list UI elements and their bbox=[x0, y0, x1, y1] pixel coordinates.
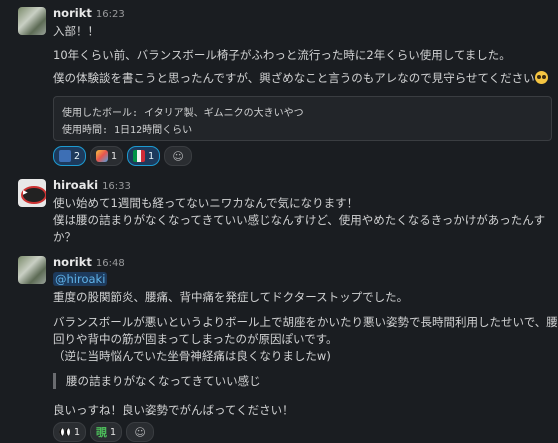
user-mention[interactable]: @hiroaki bbox=[53, 272, 108, 286]
user-name[interactable]: norikt bbox=[53, 6, 92, 20]
mention-line: @hiroaki bbox=[53, 272, 108, 286]
block-quote: 腰の詰まりがなくなってきていい感じ bbox=[53, 373, 261, 389]
add-reaction-button[interactable]: ☺ bbox=[164, 146, 193, 166]
add-reaction-button[interactable]: ☺ bbox=[126, 422, 155, 442]
user-name[interactable]: norikt bbox=[53, 255, 92, 269]
code-line: 使用したボール: イタリア製、ギムニクの大きいやつ bbox=[62, 108, 304, 119]
timestamp[interactable]: 16:33 bbox=[102, 181, 131, 192]
timestamp[interactable]: 16:23 bbox=[96, 9, 125, 20]
add-emoji-icon: ☺ bbox=[134, 425, 146, 439]
reaction-count: 1 bbox=[148, 150, 155, 162]
message-text: 良いっすね！良い姿勢でがんばってください！ bbox=[53, 403, 294, 417]
reaction-count: 1 bbox=[111, 150, 118, 162]
reaction-kanji[interactable]: 覗 1 bbox=[90, 422, 123, 442]
add-emoji-icon: ☺ bbox=[172, 149, 184, 163]
message-text: 重度の股関節炎、腰痛、背中痛を発症してドクターストップでした。 bbox=[53, 290, 409, 304]
message-text: バランスボールが悪いというよりボール上で胡座をかいたり悪い姿勢で長時間利用したせ… bbox=[53, 315, 558, 329]
code-line: 使用時間: 1日12時間くらい bbox=[62, 125, 193, 136]
message-text: 僕は腰の詰まりがなくなってきていい感じなんすけど、使用やめたくなるきっかけがあっ… bbox=[53, 213, 546, 227]
user-name[interactable]: hiroaki bbox=[53, 178, 98, 192]
reaction-count: 2 bbox=[74, 150, 81, 162]
italy-flag-icon bbox=[133, 150, 146, 162]
message-text: 使い始めて1週間も経ってないニワカなんで気になります！ bbox=[53, 196, 359, 210]
timestamp[interactable]: 16:48 bbox=[96, 258, 125, 269]
message-text: （逆に当時悩んでいた坐骨神経痛は良くなりましたw) bbox=[53, 349, 331, 363]
avatar[interactable] bbox=[18, 7, 46, 35]
reaction-party[interactable]: 1 bbox=[90, 146, 124, 166]
code-block: 使用したボール: イタリア製、ギムニクの大きいやつ 使用時間: 1日12時間くら… bbox=[53, 96, 552, 141]
reactions: 2 1 1 ☺ bbox=[53, 146, 193, 166]
pleading-face-icon bbox=[534, 71, 548, 84]
kanji-icon: 覗 bbox=[96, 426, 108, 439]
message-text: か？ bbox=[53, 230, 76, 244]
reaction-count: 1 bbox=[110, 426, 117, 438]
message-text: 入部！！ bbox=[53, 24, 99, 38]
message-text-span: 僕の体験談を書こうと思ったんですが、興ざめなこと言うのもアレなので見守らせてくだ… bbox=[53, 71, 535, 85]
message-text: 10年くらい前、バランスボール椅子がふわっと流行った時に2年くらい使用してました… bbox=[53, 48, 511, 62]
message-text: 回りや背中の筋が固まってしまったのが原因ぽいです。 bbox=[53, 332, 338, 346]
chat-icon bbox=[59, 150, 71, 162]
avatar[interactable] bbox=[18, 256, 46, 284]
reaction-count: 1 bbox=[74, 426, 81, 438]
eyes-icon bbox=[59, 426, 71, 438]
reaction-eyes[interactable]: 1 bbox=[53, 422, 87, 442]
reactions: 1 覗 1 ☺ bbox=[53, 422, 155, 442]
message-text: 僕の体験談を書こうと思ったんですが、興ざめなこと言うのもアレなので見守らせてくだ… bbox=[53, 70, 548, 86]
avatar[interactable]: ▶ bbox=[18, 179, 46, 207]
reaction-italy[interactable]: 1 bbox=[127, 146, 161, 166]
reaction-chat[interactable]: 2 bbox=[53, 146, 87, 166]
party-icon bbox=[96, 150, 109, 162]
